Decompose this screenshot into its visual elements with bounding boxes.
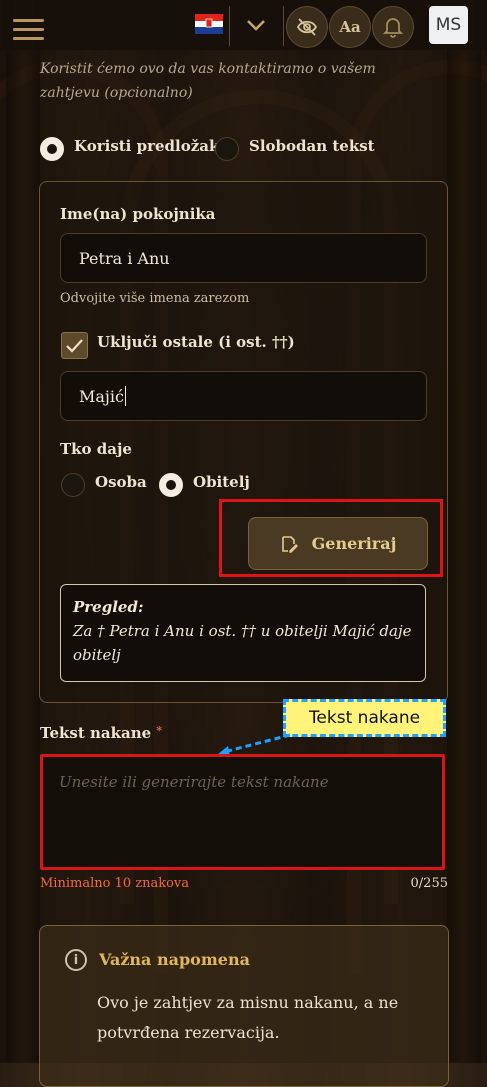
info-icon: i [65, 949, 87, 971]
note-title: Važna napomena [99, 950, 250, 969]
radio-giver-person[interactable] [61, 473, 85, 497]
chevron-down-icon[interactable] [242, 12, 270, 38]
radio-giver-family-label[interactable]: Obitelj [193, 473, 250, 491]
top-bar: Aa MS [0, 0, 487, 50]
names-input[interactable]: Petra i Anu [60, 233, 427, 283]
include-others-label[interactable]: Uključi ostale (i ost. ††) [97, 333, 295, 351]
generate-label: Generiraj [311, 534, 397, 553]
required-mark: * [156, 724, 163, 737]
radio-free-text-label[interactable]: Slobodan tekst [249, 137, 375, 155]
text-cursor [124, 386, 126, 406]
user-avatar[interactable]: MS [429, 6, 468, 44]
radio-giver-person-label[interactable]: Osoba [95, 473, 147, 491]
check-icon [66, 339, 83, 353]
generate-button[interactable]: Generiraj [248, 517, 428, 570]
names-hint: Odvojite više imena zarezom [60, 291, 250, 306]
names-label: Ime(na) pokojnika [60, 205, 216, 223]
divider [229, 6, 230, 46]
radio-giver-family[interactable] [159, 473, 183, 497]
radio-use-template[interactable] [40, 137, 64, 161]
font-size-button[interactable]: Aa [329, 6, 371, 48]
hamburger-menu-icon[interactable] [13, 19, 44, 41]
note-text: Ovo je zahtjev za misnu nakanu, a ne pot… [97, 993, 399, 1042]
intention-placeholder: Unesite ili generirajte tekst nakane [59, 773, 329, 791]
include-others-checkbox[interactable] [61, 332, 88, 359]
intention-label-text: Tekst nakane [40, 724, 152, 742]
hide-eye-icon[interactable] [286, 6, 328, 48]
giver-label: Tko daje [60, 440, 132, 458]
intention-label: Tekst nakane * [40, 724, 162, 742]
radio-use-template-label[interactable]: Koristi predložak [74, 137, 219, 155]
surname-input[interactable]: Majić [60, 371, 427, 421]
preview-text: Za † Petra i Anu i ost. †† u obitelji Ma… [73, 622, 412, 664]
edit-document-icon [281, 535, 298, 553]
char-counter: 0/255 [410, 876, 448, 891]
annotation-callout: Tekst nakane [283, 699, 446, 737]
bell-icon[interactable] [372, 6, 414, 48]
contact-hint: Koristit ćemo ovo da vas kontaktiramo o … [40, 61, 376, 101]
croatian-flag-icon[interactable] [195, 14, 223, 34]
intention-textarea[interactable]: Unesite ili generirajte tekst nakane [40, 754, 445, 870]
min-length-hint: Minimalno 10 znakova [40, 876, 190, 891]
divider [283, 6, 284, 46]
radio-free-text[interactable] [215, 137, 239, 161]
surname-value: Majić [79, 386, 124, 406]
preview-box: Pregled: Za † Petra i Anu i ost. †† u ob… [60, 584, 426, 682]
preview-title: Pregled: [73, 598, 144, 616]
